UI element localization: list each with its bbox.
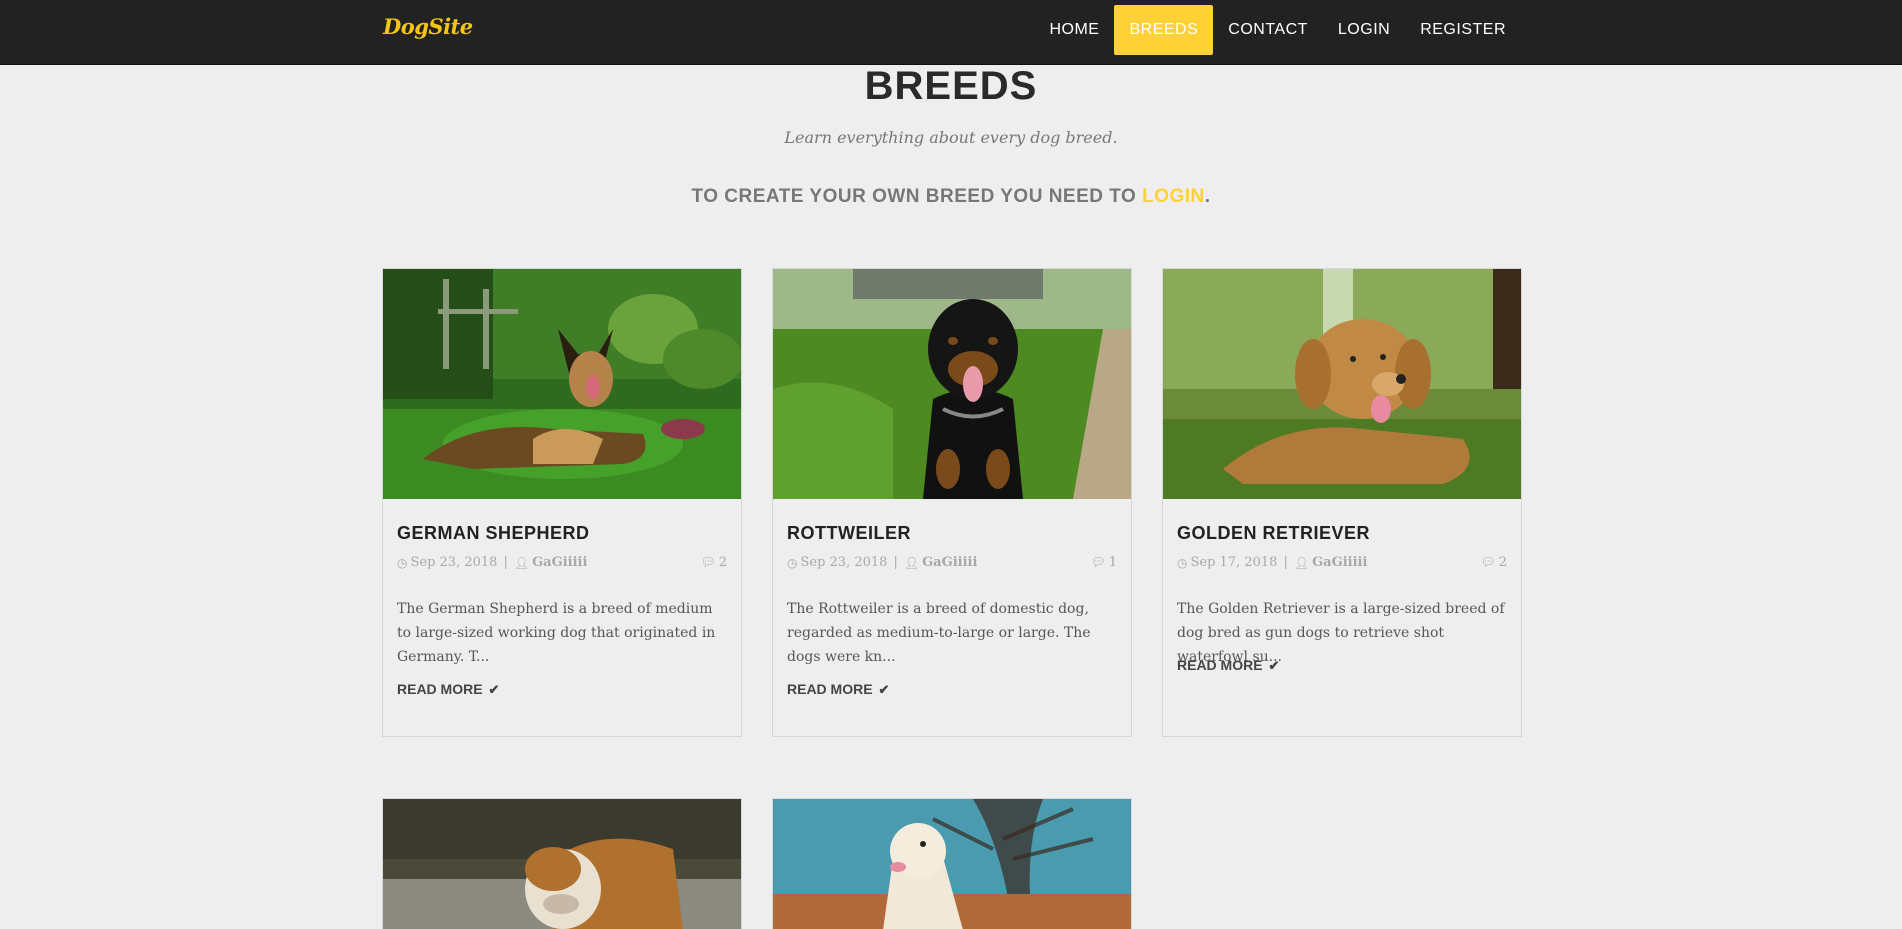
breed-image[interactable] [383,269,741,499]
post-date: Sep 23, 2018 [800,555,888,570]
comment-count-value: 2 [718,555,727,570]
meta-separator: | [1283,555,1288,570]
read-more-link[interactable]: READ MORE ✔ [787,681,889,698]
login-notice-text: TO CREATE YOUR OWN BREED YOU NEED TO [691,186,1143,207]
read-more-label: READ MORE [787,681,873,697]
breed-meta: ◷ Sep 23, 2018 | 👤︎ GaGiiiii 💬︎ 2 [397,555,727,570]
comment-count-value: 2 [1498,555,1507,570]
comment-count: 💬︎ 1 [1090,555,1117,570]
user-icon: 👤︎ [513,555,530,570]
comment-icon: 💬︎ [700,555,716,569]
login-notice-suffix: . [1204,186,1211,207]
nav-item-contact[interactable]: CONTACT [1213,5,1323,55]
breed-card: ROTTWEILER ◷ Sep 23, 2018 | 👤︎ GaGiiiii … [772,268,1132,737]
post-date: Sep 23, 2018 [410,555,498,570]
read-more-link[interactable]: READ MORE ✔ [1177,657,1279,674]
breed-image[interactable] [1163,269,1521,499]
breed-title[interactable]: ROTTWEILER [787,523,911,544]
post-author[interactable]: GaGiiiii [532,555,587,570]
nav-menu: HOME BREEDS CONTACT LOGIN REGISTER [1034,5,1521,55]
comment-count-value: 1 [1108,555,1117,570]
breed-meta: ◷ Sep 23, 2018 | 👤︎ GaGiiiii 💬︎ 1 [787,555,1117,570]
post-author[interactable]: GaGiiiii [1312,555,1367,570]
breed-meta: ◷ Sep 17, 2018 | 👤︎ GaGiiiii 💬︎ 2 [1177,555,1507,570]
login-link[interactable]: LOGIN [1142,186,1205,207]
page-title: BREEDS [864,64,1038,108]
breed-excerpt: The German Shepherd is a breed of medium… [397,601,716,665]
post-date: Sep 17, 2018 [1190,555,1278,570]
breed-card: GERMAN SHEPHERD ◷ Sep 23, 2018 | 👤︎ GaGi… [382,268,742,737]
brand-logo[interactable]: DogSite [383,14,473,39]
read-more-label: READ MORE [397,681,483,697]
comment-icon: 💬︎ [1480,555,1496,569]
login-notice: TO CREATE YOUR OWN BREED YOU NEED TO LOG… [0,186,1902,208]
user-icon: 👤︎ [1293,555,1310,570]
clock-icon: ◷ [787,555,798,570]
check-icon: ✔ [878,682,890,697]
check-icon: ✔ [488,682,500,697]
navbar: DogSite HOME BREEDS CONTACT LOGIN REGIST… [0,0,1902,65]
user-icon: 👤︎ [903,555,920,570]
meta-separator: | [893,555,898,570]
nav-item-breeds[interactable]: BREEDS [1114,5,1214,55]
breed-title[interactable]: GOLDEN RETRIEVER [1177,523,1370,544]
check-icon: ✔ [1268,658,1280,673]
clock-icon: ◷ [1177,555,1188,570]
comment-count: 💬︎ 2 [700,555,727,570]
post-author[interactable]: GaGiiiii [922,555,977,570]
nav-item-home[interactable]: HOME [1034,5,1114,55]
breed-card [772,798,1132,929]
breed-image[interactable] [383,799,741,929]
nav-item-register[interactable]: REGISTER [1405,5,1521,55]
read-more-label: READ MORE [1177,657,1263,673]
read-more-link[interactable]: READ MORE ✔ [397,681,499,698]
comment-icon: 💬︎ [1090,555,1106,569]
breed-title[interactable]: GERMAN SHEPHERD [397,523,590,544]
nav-item-login[interactable]: LOGIN [1323,5,1405,55]
breed-image[interactable] [773,799,1131,929]
meta-separator: | [503,555,508,570]
page-subtitle: Learn everything about every dog breed. [784,128,1118,147]
breed-card: GOLDEN RETRIEVER ◷ Sep 17, 2018 | 👤︎ GaG… [1162,268,1522,737]
comment-count: 💬︎ 2 [1480,555,1507,570]
breed-image[interactable] [773,269,1131,499]
breed-excerpt: The Rottweiler is a breed of domestic do… [787,601,1091,665]
breed-card [382,798,742,929]
clock-icon: ◷ [397,555,408,570]
